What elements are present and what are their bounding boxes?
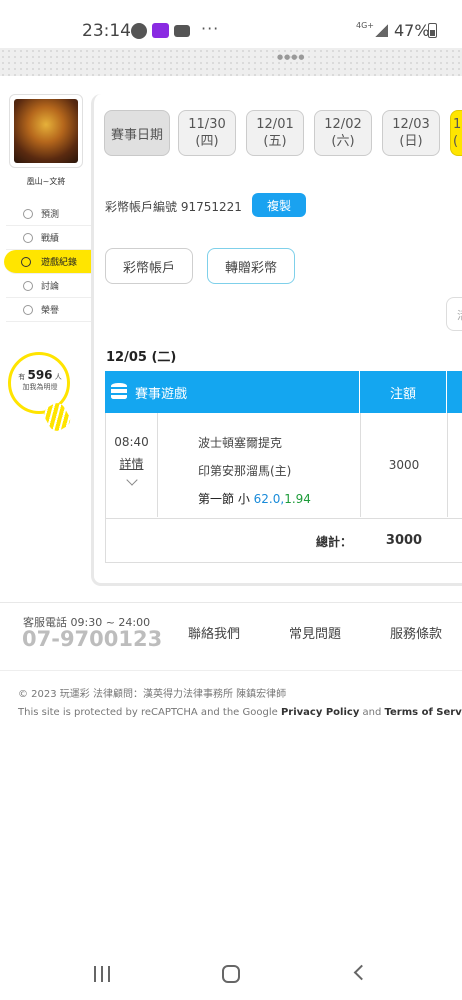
total-value: 3000 [385, 533, 423, 548]
record-icon [23, 232, 33, 243]
database-icon [111, 383, 127, 400]
copyright: © 2023 玩運彩 法律顧問：漢英得力法律事務所 陳鎮宏律師 [18, 689, 287, 700]
home-icon[interactable] [222, 965, 240, 983]
activity-button[interactable]: 活 [446, 297, 462, 331]
beacon-count: 有 596 人 [12, 368, 68, 382]
beacon-suffix: 人 [54, 373, 62, 381]
record-date: 12/05 (二) [106, 350, 177, 365]
date-chip-date: 12/03 [392, 117, 430, 132]
account-number: 彩幣帳戶編號 91751221 [105, 200, 242, 214]
recaptcha-and: and [359, 707, 385, 718]
app-notification-icon [131, 23, 147, 39]
sidebar-item-label: 榮譽 [41, 306, 60, 316]
recaptcha-text: This site is protected by reCAPTCHA and … [18, 707, 281, 718]
date-chip-weekday: (六) [331, 134, 355, 149]
system-nav-bar [0, 950, 462, 1000]
date-chip[interactable]: 12/03 (日) [382, 110, 440, 156]
beacon-bulb[interactable]: 有 596 人 加我為明燈 [8, 352, 74, 434]
bet-prefix: 第一節 小 [198, 492, 250, 506]
date-label[interactable]: 賽事日期 [104, 110, 170, 156]
date-chip-selected[interactable]: 1 ( [450, 110, 462, 156]
recaptcha-notice: This site is protected by reCAPTCHA and … [18, 707, 462, 718]
discuss-icon [23, 280, 33, 291]
battery-icon [428, 23, 437, 38]
clock: 23:14 [82, 21, 131, 41]
date-chip-weekday: ( [453, 134, 459, 149]
beacon-prefix: 有 [18, 373, 26, 381]
date-chip[interactable]: 11/30 (四) [178, 110, 236, 156]
bet-line: 62.0 [253, 492, 281, 506]
sidebar-item-discuss[interactable]: 討論 [6, 274, 92, 298]
faq-link[interactable]: 常見問題 [289, 623, 341, 642]
honor-icon [23, 304, 33, 315]
sidebar-item-label: 討論 [41, 282, 60, 292]
contact-link[interactable]: 聯絡我們 [188, 623, 240, 642]
sidebar-item-predict[interactable]: 預測 [6, 202, 92, 226]
date-selector: 賽事日期 11/30 (四) 12/01 (五) 12/02 (六) 12/03… [104, 110, 462, 156]
terms-link[interactable]: 服務條款 [390, 623, 442, 642]
signal-icon [375, 24, 388, 37]
bet-detail: 第一節 小 62.0,1.94 [198, 485, 311, 513]
date-chip-date: 1 [453, 117, 462, 132]
date-chip-weekday: (五) [263, 134, 287, 149]
avatar[interactable] [9, 94, 83, 168]
transfer-coin-button[interactable]: 轉贈彩幣 [207, 248, 295, 284]
teams-notification-icon [152, 23, 169, 38]
footer-divider [0, 602, 462, 603]
date-chip-weekday: (四) [195, 134, 219, 149]
terms-of-service-link[interactable]: Terms of Service [385, 707, 462, 718]
row-game-info: 波士頓塞爾提克 印第安那溜馬(主) 第一節 小 62.0,1.94 [198, 429, 311, 513]
privacy-link[interactable]: Privacy Policy [281, 707, 359, 718]
col-amount: 注額 [359, 371, 447, 413]
sidebar-item-label: 遊戲紀錄 [41, 258, 78, 268]
sidebar-item-honor[interactable]: 榮譽 [6, 298, 92, 322]
date-chip[interactable]: 12/01 (五) [246, 110, 304, 156]
footer-divider [0, 670, 462, 671]
table-header: 賽事遊戲 注額 [105, 371, 462, 413]
table-footer: 總計： 3000 [105, 519, 462, 563]
coin-account-button[interactable]: 彩幣帳戶 [105, 248, 193, 284]
header-strip [0, 48, 462, 76]
date-chip[interactable]: 12/02 (六) [314, 110, 372, 156]
bet-odds: 1.94 [284, 492, 311, 506]
chevron-down-icon[interactable] [125, 474, 138, 486]
date-chip-date: 12/02 [324, 117, 362, 132]
team-away: 波士頓塞爾提克 [198, 436, 283, 450]
beacon-subtitle: 加我為明燈 [22, 383, 58, 391]
recent-apps-icon[interactable] [94, 966, 110, 982]
back-icon[interactable] [353, 964, 370, 981]
total-label: 總計： [316, 535, 353, 549]
network-type: 4G+ [356, 21, 374, 30]
sidebar-item-record[interactable]: 戰績 [6, 226, 92, 250]
date-chip-date: 11/30 [188, 117, 226, 132]
service-phone[interactable]: 07-9700123 [22, 627, 162, 651]
game-time: 08:40 [114, 435, 149, 449]
page-indicator: ●●●● [277, 53, 306, 61]
predict-icon [23, 208, 33, 219]
row-amount: 3000 [360, 413, 448, 517]
table-row: 08:40 詳情 波士頓塞爾提克 印第安那溜馬(主) 第一節 小 62.0,1.… [105, 413, 462, 519]
row-time-cell: 08:40 詳情 [106, 413, 158, 517]
more-notifications-icon: ··· [201, 19, 220, 38]
date-chip-weekday: (日) [399, 134, 423, 149]
beacon-number: 596 [27, 368, 53, 382]
main-panel: 賽事日期 11/30 (四) 12/01 (五) 12/02 (六) 12/03… [91, 94, 462, 586]
youtube-notification-icon [174, 25, 190, 37]
record-table: 賽事遊戲 注額 08:40 詳情 波士頓塞爾提克 印第安那溜馬(主) 第一節 小… [105, 371, 462, 563]
detail-link[interactable]: 詳情 [106, 455, 157, 472]
avatar-image [14, 99, 78, 163]
sidebar-item-label: 戰績 [41, 234, 60, 244]
battery-percent: 47% [394, 21, 430, 40]
user-name: 凰山~文將 [26, 177, 66, 186]
game-record-icon [21, 256, 31, 267]
sidebar-item-label: 預測 [41, 210, 60, 220]
sidebar-menu: 預測 戰績 遊戲紀錄 討論 榮譽 [4, 202, 100, 322]
col-game: 賽事遊戲 [135, 387, 188, 402]
sidebar-item-game-record[interactable]: 遊戲紀錄 [4, 250, 100, 274]
copy-button[interactable]: 複製 [252, 193, 306, 217]
date-chip-date: 12/01 [256, 117, 294, 132]
team-home: 印第安那溜馬(主) [198, 464, 292, 478]
